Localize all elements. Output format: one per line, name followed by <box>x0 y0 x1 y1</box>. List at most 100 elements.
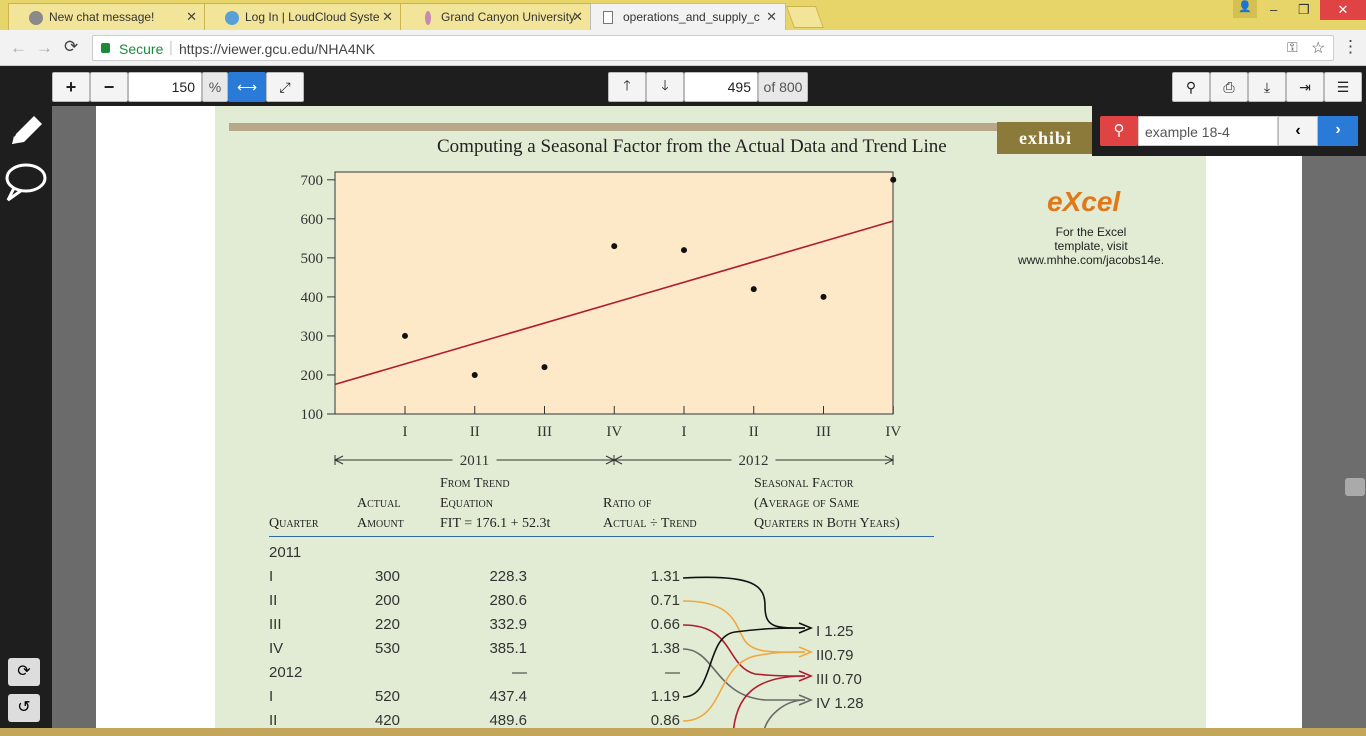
y-tick-label: 500 <box>301 251 324 267</box>
rotate-icon[interactable]: ⟳ <box>8 658 40 686</box>
globe-icon <box>225 11 239 25</box>
table-cell-r: 1.31 <box>650 568 680 585</box>
table-cell-r: 1.38 <box>650 640 680 657</box>
table-cell-t: 280.6 <box>489 592 527 609</box>
viewer-toolbar: + − 150 % ⟷ ⤢ 🡑 🡓 495 of 800 ⚲ ⎙ ⤓ ⇥ ☰ <box>0 66 1366 106</box>
download-icon[interactable]: ⤓ <box>1248 72 1286 102</box>
y-tick-label: 700 <box>301 173 324 189</box>
header-actual: Actual Amount <box>357 496 404 531</box>
tab-operations[interactable]: operations_and_supply_c ✕ <box>590 3 786 30</box>
x-tick-label: II <box>749 424 759 440</box>
menu-icon[interactable]: ⋮ <box>1342 37 1359 57</box>
next-page-button[interactable]: 🡓 <box>646 72 684 102</box>
table-cell-a: 420 <box>374 712 400 729</box>
find-prev-button[interactable]: ‹ <box>1278 116 1318 146</box>
viewer-margin <box>1302 106 1366 736</box>
table-cell-a: 220 <box>374 616 400 633</box>
back-icon[interactable]: ← <box>10 38 27 58</box>
find-search-icon[interactable]: ⚲ <box>1100 116 1138 146</box>
table-cell-a: 300 <box>374 568 400 585</box>
table-cell-a: 520 <box>374 688 400 705</box>
prev-page-button[interactable]: 🡑 <box>608 72 646 102</box>
table-cell-r: 0.86 <box>650 712 680 729</box>
restore-icon[interactable]: ❐ <box>1298 2 1310 18</box>
close-icon[interactable]: ✕ <box>572 9 583 25</box>
profile-icon[interactable]: 👤 <box>1233 0 1257 18</box>
gcu-icon <box>425 11 431 25</box>
table-cell-a: 530 <box>374 640 400 657</box>
tab-gcu[interactable]: Grand Canyon University ✕ <box>400 3 592 30</box>
table-cell-t: 489.6 <box>489 712 527 729</box>
data-point <box>750 286 757 293</box>
comment-icon[interactable] <box>4 162 48 202</box>
pencil-icon[interactable] <box>6 112 46 152</box>
table-cell-q: III <box>269 616 282 633</box>
browser-tab-bar: New chat message! ✕ Log In | LoudCloud S… <box>0 0 1366 30</box>
exit-icon[interactable]: ⇥ <box>1286 72 1324 102</box>
excel-logo: eXcel <box>1047 186 1121 217</box>
find-next-button[interactable]: › <box>1318 116 1358 146</box>
table-cell-q: I <box>269 688 274 705</box>
forward-icon[interactable]: → <box>36 38 53 58</box>
header-rule <box>269 536 934 537</box>
zoom-input[interactable]: 150 <box>128 72 202 102</box>
exhibit-rule <box>229 123 999 131</box>
data-point <box>611 243 618 250</box>
find-input[interactable]: example 18-4 <box>1138 116 1278 146</box>
table-cell-q: II <box>269 712 278 729</box>
table-cell-q: I <box>269 568 274 585</box>
seasonal-chart: 100200300400500600700I II III IV I II III IV201… <box>301 171 901 469</box>
table-cell-q: 2012 <box>269 664 303 681</box>
zoom-in-button[interactable]: + <box>52 72 90 102</box>
undo-icon[interactable]: ↺ <box>8 694 40 722</box>
x-tick-label: IV <box>606 424 622 440</box>
table-cell-r: 0.66 <box>650 616 680 633</box>
star-icon[interactable]: ☆ <box>1311 38 1325 58</box>
x-tick-label: I <box>682 424 687 440</box>
page-input[interactable]: 495 <box>684 72 758 102</box>
table-cell-t: 332.9 <box>489 616 527 633</box>
print-icon[interactable]: ⎙ <box>1210 72 1248 102</box>
header-seasonal: Seasonal Factor (Average of Same Quarter… <box>754 476 900 531</box>
scrollbar-thumb[interactable] <box>1345 478 1365 496</box>
y-tick-label: 300 <box>301 329 324 345</box>
key-icon[interactable]: ⚿ <box>1287 39 1298 56</box>
close-icon[interactable]: ✕ <box>186 9 197 25</box>
tab-loudcloud[interactable]: Log In | LoudCloud Syste ✕ <box>204 3 402 30</box>
url-field[interactable]: Secure | https://viewer.gcu.edu/NHA4NK ⚿… <box>92 35 1334 61</box>
fit-width-button[interactable]: ⟷ <box>228 72 266 102</box>
x-tick-label: III <box>537 424 552 440</box>
table-cell-t: 437.4 <box>489 688 527 705</box>
table-cell-q: IV <box>269 640 284 657</box>
zoom-out-button[interactable]: − <box>90 72 128 102</box>
exhibit-tab: exhibi <box>997 122 1097 154</box>
annotation-sidebar: ⟳ ↺ <box>0 106 52 736</box>
find-bar: ⚲ example 18-4 ‹ › <box>1092 106 1366 156</box>
fullscreen-icon[interactable]: ⤢ <box>266 72 304 102</box>
table-cell-a: 200 <box>374 592 400 609</box>
exhibit-panel: exhibi Computing a Seasonal Factor from … <box>215 106 1206 736</box>
window-close-icon[interactable]: ✕ <box>1320 0 1366 20</box>
minimize-icon[interactable]: ‒ <box>1270 2 1277 17</box>
year-label: 2012 <box>739 453 769 469</box>
x-tick-label: III <box>816 424 831 440</box>
data-point <box>402 332 408 339</box>
tab-chat[interactable]: New chat message! ✕ <box>8 3 206 30</box>
chat-icon <box>29 11 43 25</box>
search-icon[interactable]: ⚲ <box>1172 72 1210 102</box>
close-icon[interactable]: ✕ <box>382 9 393 25</box>
close-icon[interactable]: ✕ <box>766 9 777 25</box>
hamburger-icon[interactable]: ☰ <box>1324 72 1362 102</box>
page-total: of 800 <box>758 72 808 102</box>
table-cell-r: — <box>665 664 680 681</box>
new-tab-button[interactable] <box>785 6 825 28</box>
table-cell-t: — <box>512 664 527 681</box>
data-point <box>820 293 827 300</box>
y-tick-label: 200 <box>301 368 324 384</box>
table-cell-r: 0.71 <box>650 592 680 609</box>
x-tick-label: II <box>470 424 480 440</box>
year-label: 2011 <box>460 453 489 469</box>
reload-icon[interactable]: ⟳ <box>64 37 78 57</box>
table-cell-t: 228.3 <box>489 568 527 585</box>
data-point <box>541 364 548 371</box>
